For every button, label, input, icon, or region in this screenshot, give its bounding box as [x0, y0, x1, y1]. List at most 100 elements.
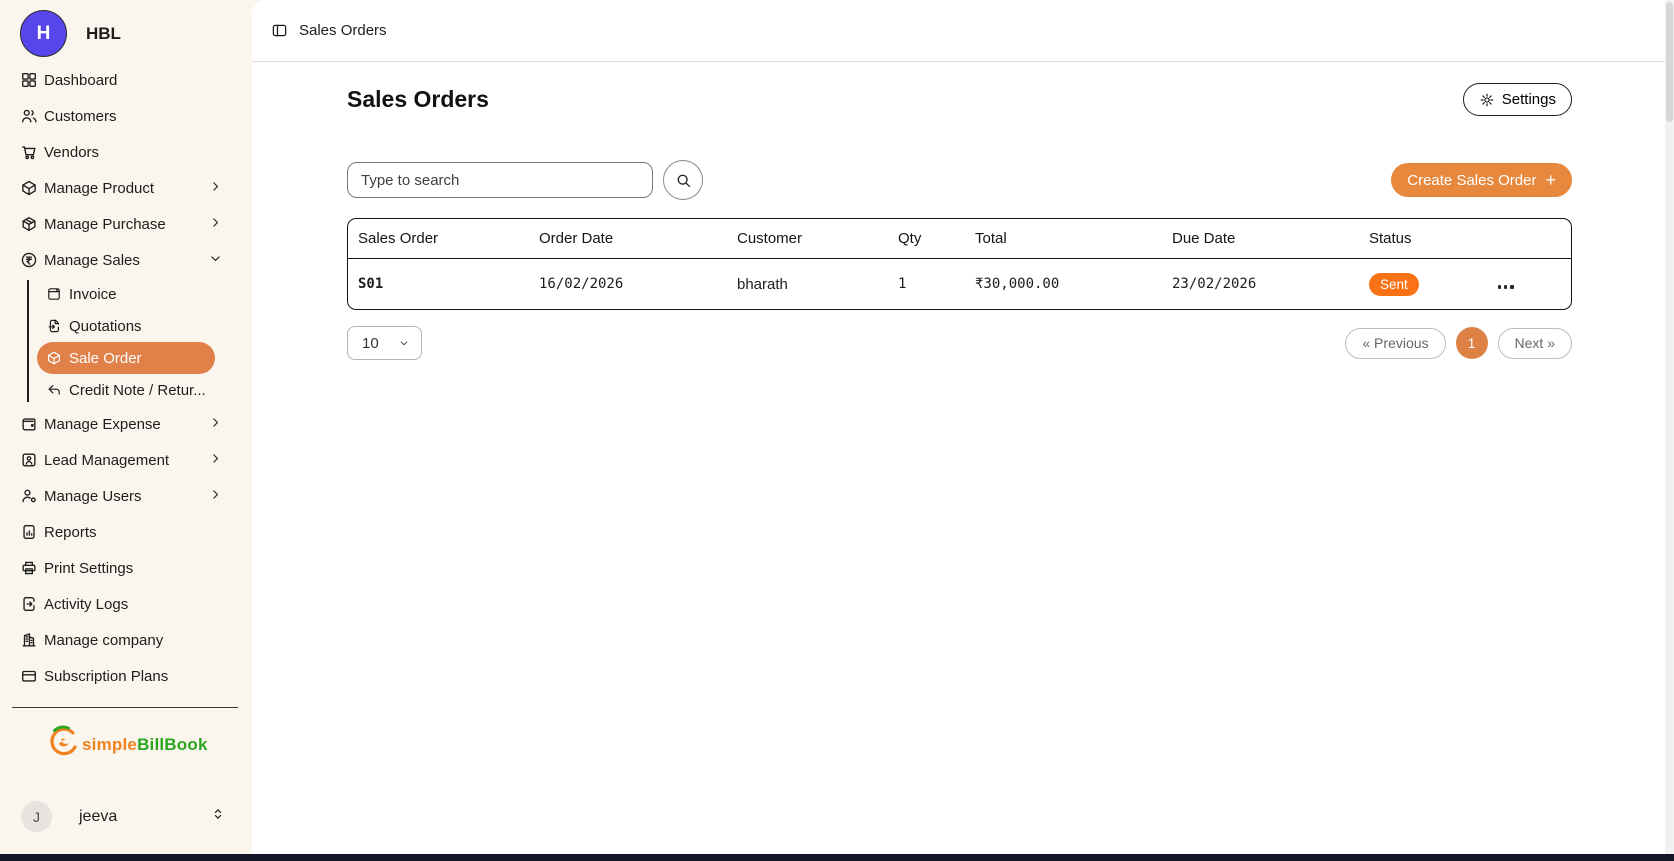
- search-button[interactable]: [663, 160, 703, 200]
- sidebar-item-reports[interactable]: Reports: [0, 514, 252, 550]
- return-arrow-icon: [46, 382, 62, 398]
- product-box-icon: [20, 179, 38, 197]
- page-size-value: 10: [362, 335, 379, 352]
- page-content: Sales Orders Settings Create Sales Order…: [252, 83, 1674, 360]
- sidebar-item-label: Sale Order: [69, 350, 142, 367]
- create-sales-order-button[interactable]: Create Sales Order +: [1391, 163, 1572, 197]
- sidebar-item-subscription-plans[interactable]: Subscription Plans: [0, 658, 252, 694]
- sidebar-item-manage-users[interactable]: Manage Users: [0, 478, 252, 514]
- user-avatar: J: [21, 801, 52, 832]
- credit-card-icon: [20, 667, 38, 685]
- topbar-title: Sales Orders: [299, 22, 387, 39]
- rupee-circle-icon: [20, 251, 38, 269]
- header-qty: Qty: [898, 230, 975, 247]
- previous-page-button[interactable]: « Previous: [1345, 328, 1445, 359]
- sidebar-item-label: Customers: [44, 108, 117, 125]
- cell-due-date: 23/02/2026: [1172, 276, 1369, 292]
- chevron-down-icon: [397, 336, 411, 350]
- sidebar-item-label: Manage Sales: [44, 252, 140, 269]
- topbar: Sales Orders: [252, 0, 1674, 62]
- sidebar: H HBL Dashboard Customers Vendors Manage Pr…: [0, 0, 252, 854]
- activity-doc-icon: [20, 595, 38, 613]
- user-name: jeeva: [79, 808, 117, 826]
- company-avatar: H: [20, 10, 67, 57]
- sidebar-item-manage-product[interactable]: Manage Product: [0, 170, 252, 206]
- sidebar-panel-icon[interactable]: [271, 22, 288, 39]
- sidebar-item-print-settings[interactable]: Print Settings: [0, 550, 252, 586]
- sidebar-item-label: Quotations: [69, 318, 142, 335]
- quotations-icon: [46, 318, 62, 334]
- sidebar-item-lead-management[interactable]: Lead Management: [0, 442, 252, 478]
- vendors-icon: [20, 143, 38, 161]
- main-panel: Sales Orders Sales Orders Settings Creat…: [252, 0, 1674, 854]
- create-sales-order-label: Create Sales Order: [1407, 172, 1536, 189]
- sidebar-nav: DashboardCustomersVendorsManage ProductM…: [0, 57, 252, 694]
- current-page-button[interactable]: 1: [1456, 327, 1488, 359]
- next-page-button[interactable]: Next »: [1498, 328, 1572, 359]
- logo-text-billbook: BillBook: [137, 735, 208, 754]
- chevron-right-icon: [208, 487, 223, 506]
- sidebar-item-activity-logs[interactable]: Activity Logs: [0, 586, 252, 622]
- sidebar-item-label: Activity Logs: [44, 596, 128, 613]
- scrollbar-thumb[interactable]: [1666, 2, 1673, 122]
- report-chart-icon: [20, 523, 38, 541]
- customers-icon: [20, 107, 38, 125]
- sidebar-item-vendors[interactable]: Vendors: [0, 134, 252, 170]
- sidebar-item-label: Invoice: [69, 286, 117, 303]
- search-input[interactable]: [347, 162, 653, 198]
- company-name: HBL: [86, 24, 121, 44]
- sidebar-item-label: Manage Expense: [44, 416, 161, 433]
- cell-qty: 1: [898, 276, 975, 292]
- sidebar-item-label: Lead Management: [44, 452, 169, 469]
- sidebar-submenu-manage-sales: Invoice Quotations Sale Order Credit Note /…: [27, 278, 252, 406]
- sidebar-item-manage-expense[interactable]: Manage Expense: [0, 406, 252, 442]
- chevron-right-icon: [208, 415, 223, 434]
- printer-icon: [20, 559, 38, 577]
- user-menu[interactable]: J jeeva: [0, 801, 252, 832]
- sidebar-item-label: Vendors: [44, 144, 99, 161]
- cell-customer: bharath: [737, 276, 898, 293]
- sidebar-header: H HBL: [0, 0, 252, 57]
- cell-status: Sent: [1369, 273, 1494, 296]
- chevron-down-icon: [208, 251, 223, 270]
- purchase-box-icon: [20, 215, 38, 233]
- sidebar-item-manage-company[interactable]: Manage company: [0, 622, 252, 658]
- sidebar-item-manage-purchase[interactable]: Manage Purchase: [0, 206, 252, 242]
- sidebar-item-label: Subscription Plans: [44, 668, 168, 685]
- sidebar-item-manage-sales[interactable]: Manage Sales: [0, 242, 252, 278]
- pagination: 10 « Previous 1 Next »: [347, 326, 1572, 360]
- logo-text: simpleBillBook: [82, 735, 208, 755]
- chevron-right-icon: [208, 451, 223, 470]
- sidebar-divider: [12, 707, 238, 708]
- sidebar-item-dashboard[interactable]: Dashboard: [0, 62, 252, 98]
- scrollbar[interactable]: [1665, 0, 1674, 854]
- users-icon: [20, 487, 38, 505]
- header-status: Status: [1369, 230, 1494, 247]
- chevron-right-icon: [208, 179, 223, 198]
- sidebar-item-sale-order[interactable]: Sale Order: [37, 342, 215, 374]
- logo-text-simple: simple: [82, 735, 137, 754]
- table-header-row: Sales Order Order Date Customer Qty Tota…: [348, 219, 1571, 259]
- cell-order-date: 16/02/2026: [539, 276, 737, 292]
- cube-icon: [46, 350, 62, 366]
- more-horizontal-icon[interactable]: [1494, 281, 1517, 292]
- sidebar-item-credit-note[interactable]: Credit Note / Retur...: [37, 374, 215, 406]
- search-icon: [675, 172, 692, 189]
- app-logo: simpleBillBook: [0, 723, 252, 766]
- gear-icon: [1479, 92, 1495, 108]
- header-sales-order: Sales Order: [358, 230, 539, 247]
- table-row[interactable]: S01 16/02/2026 bharath 1 ₹30,000.00 23/0…: [348, 259, 1571, 309]
- simplebillbook-logo-icon: [46, 723, 79, 766]
- cell-total: ₹30,000.00: [975, 276, 1172, 292]
- header-total: Total: [975, 230, 1172, 247]
- page-size-select[interactable]: 10: [347, 326, 422, 360]
- sidebar-item-quotations[interactable]: Quotations: [37, 310, 215, 342]
- dashboard-icon: [20, 71, 38, 89]
- sidebar-item-invoice[interactable]: Invoice: [37, 278, 215, 310]
- sales-orders-table: Sales Order Order Date Customer Qty Tota…: [347, 218, 1572, 310]
- sidebar-item-label: Credit Note / Retur...: [69, 382, 206, 399]
- sidebar-item-label: Print Settings: [44, 560, 133, 577]
- settings-button[interactable]: Settings: [1463, 83, 1572, 116]
- up-down-chevron-icon: [210, 806, 226, 827]
- sidebar-item-customers[interactable]: Customers: [0, 98, 252, 134]
